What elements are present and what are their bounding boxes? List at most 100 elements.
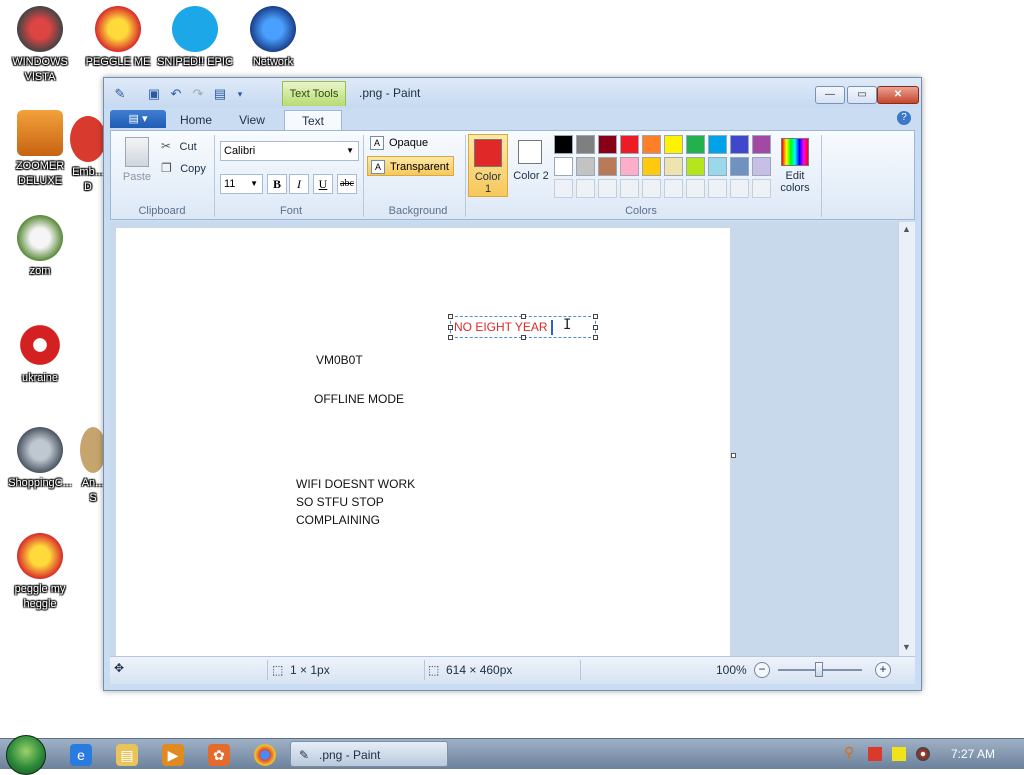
- taskbar-paint-button[interactable]: ✎ .png - Paint: [290, 741, 448, 767]
- resize-handle[interactable]: [521, 335, 526, 340]
- palette-color-swatch[interactable]: [686, 179, 705, 198]
- zoom-in-button[interactable]: +: [875, 662, 891, 678]
- desktop-icon-ukraine[interactable]: ukraine: [0, 322, 80, 386]
- palette-color-swatch[interactable]: [664, 179, 683, 198]
- app-icon[interactable]: ✿: [208, 744, 230, 766]
- palette-color-swatch[interactable]: [620, 157, 639, 176]
- drawing-canvas[interactable]: NO EIGHT YEAR I VM0B0T OFFLINE MODE WIFI…: [116, 228, 730, 658]
- cut-button[interactable]: ✂ Cut: [161, 137, 197, 153]
- edit-colors-button[interactable]: Edit colors: [775, 134, 815, 197]
- resize-handle[interactable]: [593, 314, 598, 319]
- desktop-icon-zoomer-deluxe[interactable]: ZOOMER DELUXE: [0, 110, 80, 189]
- palette-color-swatch[interactable]: [752, 157, 771, 176]
- file-explorer-icon[interactable]: ▤: [116, 744, 138, 766]
- title-bar[interactable]: ✎ ▣ ↶ ↷ ▤ ▾ Text Tools .png - Paint — ▭ …: [104, 78, 921, 108]
- copy-button[interactable]: ❐ Copy: [161, 159, 206, 175]
- paste-quick-icon[interactable]: ▤: [212, 86, 228, 102]
- close-button[interactable]: ✕: [877, 86, 919, 104]
- internet-explorer-icon[interactable]: e: [70, 744, 92, 766]
- desktop-icon-shopping[interactable]: ShoppingC...: [0, 427, 80, 491]
- save-icon[interactable]: ▣: [146, 86, 162, 102]
- palette-color-swatch[interactable]: [664, 135, 683, 154]
- canvas-resize-handle[interactable]: [731, 453, 736, 458]
- paint-window[interactable]: ✎ ▣ ↶ ↷ ▤ ▾ Text Tools .png - Paint — ▭ …: [103, 77, 922, 691]
- search-icon[interactable]: ⚲: [844, 744, 858, 760]
- paste-button[interactable]: Paste: [119, 135, 155, 191]
- desktop-icon-network[interactable]: Network: [233, 6, 313, 70]
- palette-color-swatch[interactable]: [686, 135, 705, 154]
- transparent-option[interactable]: A Transparent: [367, 156, 454, 176]
- help-icon[interactable]: ?: [897, 111, 911, 125]
- palette-color-swatch[interactable]: [730, 157, 749, 176]
- palette-color-swatch[interactable]: [708, 135, 727, 154]
- scroll-down-icon[interactable]: ▼: [902, 642, 911, 652]
- palette-color-swatch[interactable]: [752, 179, 771, 198]
- font-family-select[interactable]: Calibri ▼: [220, 141, 359, 161]
- palette-color-swatch[interactable]: [730, 135, 749, 154]
- palette-color-swatch[interactable]: [554, 135, 573, 154]
- desktop-icon-windows-vista[interactable]: WINDOWS VISTA: [0, 6, 80, 85]
- palette-color-swatch[interactable]: [664, 157, 683, 176]
- resize-handle[interactable]: [448, 325, 453, 330]
- paint-menu-button[interactable]: ▤ ▾: [110, 110, 166, 128]
- redo-icon[interactable]: ↷: [190, 86, 206, 102]
- textbox-content: NO EIGHT YEAR: [454, 320, 548, 334]
- resize-handle[interactable]: [593, 325, 598, 330]
- palette-color-swatch[interactable]: [598, 157, 617, 176]
- italic-button[interactable]: I: [289, 174, 309, 194]
- palette-color-swatch[interactable]: [708, 157, 727, 176]
- start-button[interactable]: [6, 735, 46, 775]
- font-size-select[interactable]: 11 ▼: [220, 174, 263, 194]
- palette-color-swatch[interactable]: [576, 179, 595, 198]
- minimize-button[interactable]: —: [815, 86, 845, 104]
- palette-color-swatch[interactable]: [730, 179, 749, 198]
- chrome-icon[interactable]: [254, 744, 276, 766]
- desktop-icon-peggle-my-heggle[interactable]: peggle my heggle: [0, 533, 80, 612]
- resize-handle[interactable]: [448, 314, 453, 319]
- color1-button[interactable]: Color 1: [468, 134, 508, 197]
- palette-color-swatch[interactable]: [554, 179, 573, 198]
- notification-icon[interactable]: [892, 747, 906, 761]
- palette-color-swatch[interactable]: [576, 157, 595, 176]
- palette-color-swatch[interactable]: [598, 135, 617, 154]
- media-player-icon[interactable]: ▶: [162, 744, 184, 766]
- canvas-viewport[interactable]: NO EIGHT YEAR I VM0B0T OFFLINE MODE WIFI…: [110, 222, 915, 658]
- palette-color-swatch[interactable]: [752, 135, 771, 154]
- palette-color-swatch[interactable]: [686, 157, 705, 176]
- desktop-icon-emb[interactable]: Emb... D: [70, 116, 106, 195]
- palette-color-swatch[interactable]: [708, 179, 727, 198]
- resize-handle[interactable]: [448, 335, 453, 340]
- desktop-icon-zom[interactable]: zom: [0, 215, 80, 279]
- undo-icon[interactable]: ↶: [168, 86, 184, 102]
- strikethrough-button[interactable]: abc: [337, 174, 357, 194]
- tab-view[interactable]: View: [228, 110, 276, 130]
- color2-button[interactable]: Color 2: [513, 134, 549, 197]
- maximize-button[interactable]: ▭: [847, 86, 877, 104]
- palette-color-swatch[interactable]: [576, 135, 595, 154]
- palette-color-swatch[interactable]: [620, 179, 639, 198]
- tab-home[interactable]: Home: [172, 110, 220, 130]
- customize-quick-access-icon[interactable]: ▾: [232, 86, 248, 102]
- scroll-up-icon[interactable]: ▲: [902, 224, 911, 234]
- palette-color-swatch[interactable]: [642, 135, 661, 154]
- resize-handle[interactable]: [593, 335, 598, 340]
- zoom-out-button[interactable]: −: [754, 662, 770, 678]
- flag-icon[interactable]: [868, 747, 882, 761]
- canvas-text-wifi-line1: WIFI DOESNT WORK: [296, 477, 416, 491]
- opaque-option[interactable]: A Opaque: [367, 133, 432, 153]
- underline-button[interactable]: U: [313, 174, 333, 194]
- network-globe-icon: [250, 6, 296, 52]
- volume-icon[interactable]: [916, 747, 930, 761]
- desktop-icon-sniped[interactable]: SNIPED!! EPIC: [155, 6, 235, 70]
- desktop-icon-peggle-me[interactable]: PEGGLE ME: [78, 6, 158, 70]
- palette-color-swatch[interactable]: [642, 179, 661, 198]
- palette-color-swatch[interactable]: [554, 157, 573, 176]
- tab-text[interactable]: Text: [284, 110, 342, 131]
- bold-button[interactable]: B: [267, 174, 287, 194]
- palette-color-swatch[interactable]: [620, 135, 639, 154]
- palette-color-swatch[interactable]: [642, 157, 661, 176]
- zoom-slider-thumb[interactable]: [815, 662, 823, 677]
- palette-color-swatch[interactable]: [598, 179, 617, 198]
- text-input-box[interactable]: NO EIGHT YEAR I: [448, 314, 598, 340]
- vertical-scrollbar[interactable]: ▲ ▼: [898, 222, 915, 656]
